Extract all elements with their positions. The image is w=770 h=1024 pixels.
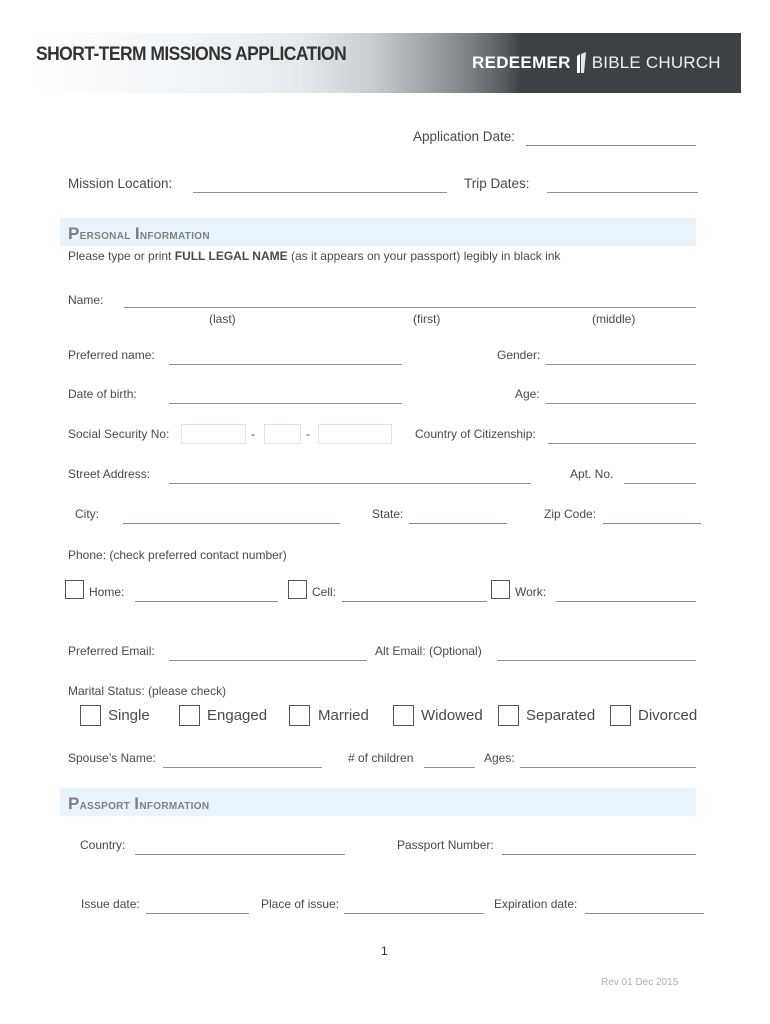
engaged-label: Engaged [207,707,268,724]
passport-country-label: Country: [80,838,126,852]
widowed-checkbox[interactable] [393,705,414,726]
passport-info-title: Passport Information [68,794,210,813]
passport-number-field[interactable] [502,854,696,855]
name-instruction: Please type or print FULL LEGAL NAME (as… [68,249,561,263]
work-phone-checkbox[interactable] [491,580,510,599]
state-label: State: [372,507,404,521]
work-phone-label: Work: [515,585,547,599]
cell-phone-label: Cell: [312,585,337,599]
phone-instruction: Phone: (check preferred contact number) [68,548,287,562]
ssn-part3-input[interactable] [318,424,392,444]
place-of-issue-field[interactable] [344,913,484,914]
children-ages-field[interactable] [520,767,696,768]
divorced-label: Divorced [638,707,698,724]
single-label: Single [108,707,150,724]
expiration-date-field[interactable] [585,913,704,914]
home-phone-checkbox[interactable] [65,580,84,599]
citizenship-label: Country of Citizenship: [415,427,536,441]
preferred-email-field[interactable] [169,660,367,661]
trip-dates-label: Trip Dates: [464,176,530,191]
name-label: Name: [68,293,104,307]
ssn-label: Social Security No: [68,427,170,441]
widowed-label: Widowed [421,707,483,724]
name-last-sublabel: (last) [209,312,236,326]
church-logo: REDEEMER BIBLE CHURCH [472,52,721,74]
ssn-part1-input[interactable] [181,424,246,444]
alt-email-label: Alt Email: (Optional) [375,644,482,658]
separated-checkbox[interactable] [498,705,519,726]
passport-country-field[interactable] [135,854,345,855]
home-phone-field[interactable] [135,601,278,602]
city-label: City: [75,507,99,521]
application-date-field[interactable] [526,145,696,146]
book-mark-icon [576,52,586,73]
dob-field[interactable] [169,403,402,404]
preferred-name-field[interactable] [169,364,402,365]
home-phone-label: Home: [89,585,125,599]
spouse-name-label: Spouse’s Name: [68,751,156,765]
alt-email-field[interactable] [497,660,696,661]
ssn-separator: - [251,427,255,441]
name-middle-sublabel: (middle) [592,312,636,326]
divorced-checkbox[interactable] [610,705,631,726]
gender-label: Gender: [497,348,541,362]
issue-date-field[interactable] [146,913,249,914]
mission-location-label: Mission Location: [68,176,173,191]
name-field[interactable] [124,307,696,308]
passport-number-label: Passport Number: [397,838,494,852]
gender-field[interactable] [546,364,696,365]
street-address-label: Street Address: [68,467,151,481]
city-field[interactable] [123,523,340,524]
ssn-separator: - [306,427,310,441]
marital-instruction: Marital Status: (please check) [68,684,227,698]
page-number: 1 [381,944,388,958]
preferred-name-label: Preferred name: [68,348,155,362]
logo-bold-text: REDEEMER [472,53,571,72]
single-checkbox[interactable] [80,705,101,726]
trip-dates-field[interactable] [547,192,698,193]
children-count-label: # of children [348,751,414,765]
logo-light-text: BIBLE CHURCH [591,53,721,72]
personal-info-title: Personal Information [68,224,210,243]
mission-location-field[interactable] [193,192,447,193]
citizenship-field[interactable] [548,443,696,444]
children-ages-label: Ages: [484,751,515,765]
dob-label: Date of birth: [68,387,137,401]
apt-field[interactable] [624,483,696,484]
cell-phone-field[interactable] [342,601,487,602]
apt-label: Apt. No. [570,467,614,481]
street-address-field[interactable] [169,483,531,484]
revision-label: Rev 01 Dec 2015 [601,977,679,988]
separated-label: Separated [526,707,596,724]
zip-label: Zip Code: [544,507,597,521]
form-title: SHORT-TERM MISSIONS APPLICATION [36,44,347,65]
name-first-sublabel: (first) [413,312,441,326]
age-label: Age: [515,387,540,401]
cell-phone-checkbox[interactable] [288,580,307,599]
work-phone-field[interactable] [556,601,696,602]
spouse-name-field[interactable] [163,767,322,768]
ssn-part2-input[interactable] [264,424,301,444]
state-field[interactable] [409,523,507,524]
married-label: Married [318,707,369,724]
place-of-issue-label: Place of issue: [261,897,340,911]
engaged-checkbox[interactable] [179,705,200,726]
married-checkbox[interactable] [289,705,310,726]
expiration-date-label: Expiration date: [494,897,578,911]
zip-field[interactable] [603,523,701,524]
age-field[interactable] [546,403,696,404]
application-date-label: Application Date: [413,129,516,144]
preferred-email-label: Preferred Email: [68,644,155,658]
children-count-field[interactable] [424,767,475,768]
issue-date-label: Issue date: [81,897,140,911]
